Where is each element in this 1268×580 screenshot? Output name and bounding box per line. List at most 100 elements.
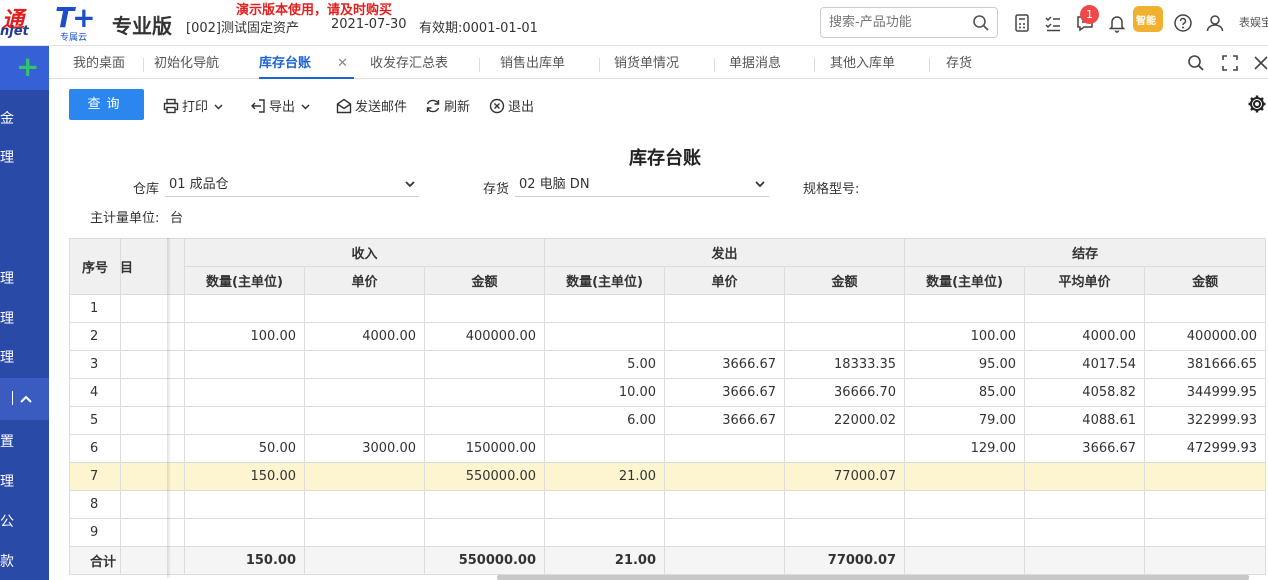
cell-income-qty [184, 518, 305, 547]
search-input[interactable] [829, 13, 969, 32]
table-row[interactable]: 7 150.00 550000.00 21.00 77000.07 [69, 462, 1267, 491]
cell-seq: 8 [69, 490, 121, 519]
table-row[interactable]: 1 [69, 294, 1267, 323]
cell-income-qty [184, 294, 305, 323]
gear-icon[interactable] [1247, 94, 1267, 114]
sidebar-item-5[interactable]: 理 [0, 347, 49, 369]
fullscreen-icon[interactable] [1222, 55, 1238, 71]
spec-label: 规格型号: [803, 182, 860, 197]
cell-seq: 6 [69, 434, 121, 463]
cell-balance-avg-price: 4017.54 [1024, 350, 1146, 379]
print-button[interactable]: 打印 [163, 96, 226, 115]
tab-init-guide[interactable]: 初始化导航 [154, 46, 219, 79]
table-row[interactable]: 8 [69, 490, 1267, 519]
cell-project [120, 462, 185, 491]
exit-button[interactable]: 退出 [489, 96, 534, 115]
col-balance-amount-header[interactable]: 金额 [1144, 266, 1267, 295]
sidebar-item-4[interactable]: 理 [0, 308, 49, 330]
help-icon[interactable] [1173, 13, 1193, 33]
col-income-qty-header[interactable]: 数量(主单位) [184, 266, 305, 295]
table-row[interactable]: 3 5.00 3666.67 18333.35 95.00 4017.54 381666.6… [69, 350, 1267, 379]
cell-balance-qty [904, 462, 1026, 491]
close-icon[interactable]: ✕ [337, 46, 348, 82]
sidebar-item-8[interactable]: 公 [0, 511, 49, 533]
cell-outgo-qty: 21.00 [544, 546, 666, 575]
cell-seq: 1 [69, 294, 121, 323]
cell-outgo-amount [784, 434, 906, 463]
user-icon[interactable] [1205, 13, 1225, 33]
col-balance-qty-header[interactable]: 数量(主单位) [904, 266, 1026, 295]
tab-doc-messages[interactable]: 单据消息 [729, 46, 781, 79]
account-name[interactable]: [002]测试固定资产 [186, 17, 299, 36]
chevron-down-icon [214, 104, 223, 110]
search-icon[interactable] [972, 14, 990, 32]
col-project-header[interactable]: 项目 [120, 238, 185, 295]
chevron-down-icon [755, 181, 765, 188]
app-header: 通 njet T+ 专属云 专业版 演示版本使用，请及时购买 [002]测试固定… [0, 0, 1268, 46]
horizontal-scrollbar[interactable] [497, 575, 1249, 580]
mascot-assistant[interactable]: 智能 [1133, 6, 1163, 32]
table-row[interactable]: 5 6.00 3666.67 22000.02 79.00 4088.61 322999.9… [69, 406, 1267, 435]
sidebar-item-1[interactable]: 金 [0, 108, 49, 130]
table-row[interactable]: 6 50.00 3000.00 150000.00 129.00 3666.67 47299… [69, 434, 1267, 463]
cell-outgo-qty: 21.00 [544, 462, 666, 491]
col-income-price-header[interactable]: 单价 [304, 266, 425, 295]
cell-balance-avg-price [1024, 462, 1146, 491]
user-name[interactable]: 表娱宝 [1239, 14, 1268, 30]
close-all-icon[interactable] [1254, 56, 1268, 70]
tab-divider [929, 58, 930, 72]
cell-income-qty: 100.00 [184, 322, 305, 351]
cell-project [120, 490, 185, 519]
calculator-icon[interactable] [1012, 13, 1032, 33]
cell-outgo-amount: 22000.02 [784, 406, 906, 435]
plus-icon: + [16, 50, 40, 83]
export-icon [251, 99, 265, 113]
sidebar-item-3[interactable]: 理 [0, 268, 49, 290]
add-menu-button[interactable]: + [0, 46, 49, 90]
warehouse-select[interactable]: 01 成品仓 [165, 173, 419, 197]
table-row[interactable]: 4 10.00 3666.67 36666.70 85.00 4058.82 344999.… [69, 378, 1267, 407]
tab-inventory-ledger[interactable]: 库存台账 ✕ [259, 46, 354, 79]
cell-income-qty [184, 350, 305, 379]
refresh-button[interactable]: 刷新 [425, 96, 470, 115]
logo-english: njet [0, 24, 29, 39]
col-outgo-qty-header[interactable]: 数量(主单位) [544, 266, 666, 295]
table-row[interactable]: 2 100.00 4000.00 400000.00 100.00 4000.00 4000… [69, 322, 1267, 351]
sidebar-item-2[interactable]: 理 [0, 147, 49, 169]
cell-balance-qty [904, 294, 1026, 323]
unit-value: 台 [170, 211, 184, 226]
exit-icon [489, 98, 505, 114]
cell-project [120, 546, 185, 575]
tab-search-icon[interactable] [1187, 54, 1205, 72]
tab-sales-outbound[interactable]: 销售出库单 [500, 46, 565, 79]
frozen-column-shadow [167, 238, 171, 578]
tab-summary[interactable]: 收发存汇总表 [370, 46, 448, 79]
cell-balance-avg-price: 4058.82 [1024, 378, 1146, 407]
cell-balance-avg-price [1024, 490, 1146, 519]
group-income-header: 收入 [183, 238, 546, 267]
cell-income-price [304, 546, 425, 575]
sidebar-item-9[interactable]: 款 [0, 551, 49, 573]
export-button[interactable]: 导出 [250, 96, 313, 115]
tab-other-inbound[interactable]: 其他入库单 [830, 46, 895, 79]
sidebar-item-7[interactable]: 理 [0, 471, 49, 493]
tab-my-desktop[interactable]: 我的桌面 [73, 46, 125, 79]
col-income-amount-header[interactable]: 金额 [423, 266, 546, 295]
col-balance-avg-price-header[interactable]: 平均单价 [1024, 266, 1146, 295]
search-box[interactable] [820, 7, 998, 38]
table-row[interactable]: 9 [69, 518, 1267, 547]
sidebar-collapse-toggle[interactable] [0, 378, 49, 420]
task-list-icon[interactable] [1043, 13, 1063, 33]
bell-icon[interactable] [1107, 13, 1127, 33]
tab-inventory[interactable]: 存货 [946, 46, 972, 79]
tab-sales-status[interactable]: 销货单情况 [614, 46, 679, 79]
send-mail-button[interactable]: 发送邮件 [336, 96, 407, 115]
col-seq-header[interactable]: 序号 [69, 238, 121, 295]
unit-label: 主计量单位: [90, 211, 160, 226]
sidebar-item-6[interactable]: 置 [0, 431, 49, 453]
col-outgo-price-header[interactable]: 单价 [664, 266, 786, 295]
total-row[interactable]: 合计 150.00 550000.00 21.00 77000.07 [69, 546, 1267, 575]
inventory-select[interactable]: 02 电脑 DN [515, 173, 769, 197]
col-outgo-amount-header[interactable]: 金额 [784, 266, 906, 295]
query-button[interactable]: 查询 [69, 89, 144, 120]
